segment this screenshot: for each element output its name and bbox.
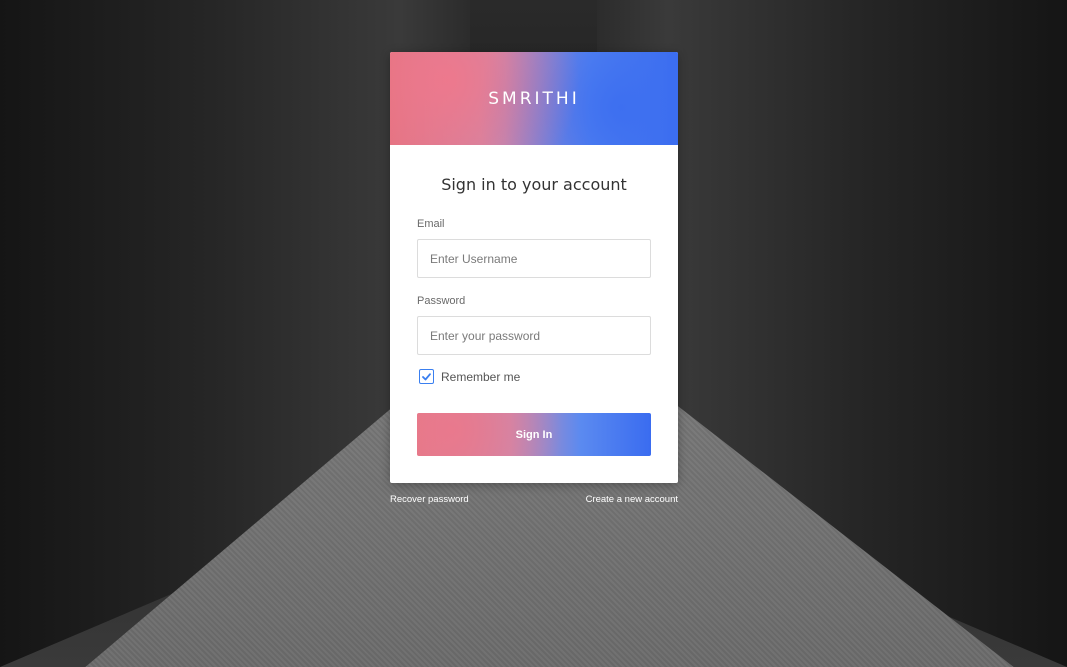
sign-in-button[interactable]: Sign In [417, 413, 651, 456]
card-header: SMRITHI [390, 52, 678, 145]
remember-me-row[interactable]: Remember me [417, 369, 651, 384]
page-title: Sign in to your account [441, 175, 627, 194]
login-form: Sign in to your account Email Password R… [390, 175, 678, 456]
create-account-link[interactable]: Create a new account [586, 494, 678, 505]
remember-me-checkbox[interactable] [419, 369, 434, 384]
remember-me-label: Remember me [441, 369, 521, 384]
recover-password-link[interactable]: Recover password [390, 494, 469, 505]
email-label: Email [417, 218, 445, 230]
footer-links: Recover password Create a new account [390, 494, 678, 505]
login-card: SMRITHI Sign in to your account Email Pa… [390, 52, 678, 483]
check-icon [422, 372, 431, 380]
brand-logo: SMRITHI [488, 88, 580, 109]
password-label: Password [417, 295, 466, 307]
email-field[interactable] [417, 239, 651, 278]
password-field[interactable] [417, 316, 651, 355]
